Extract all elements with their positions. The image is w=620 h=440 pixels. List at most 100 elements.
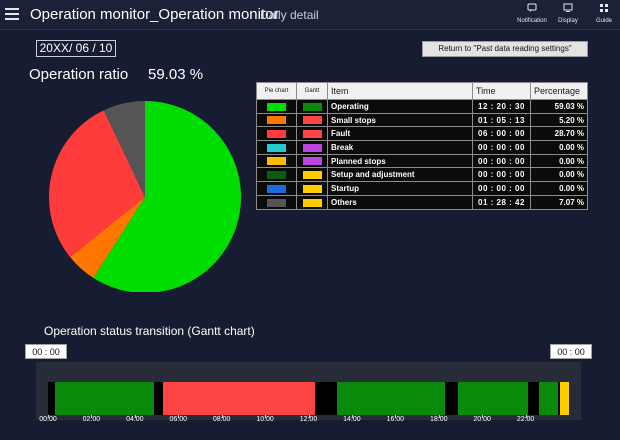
pie-color-swatch	[256, 194, 297, 210]
gantt-segment	[458, 382, 528, 415]
time-cell: 01 : 05 : 13	[472, 112, 531, 128]
pie-swatch-icon	[267, 102, 286, 111]
pie-color-swatch	[256, 167, 297, 183]
table-row: Small stops 01 : 05 : 13 5.20 %	[256, 112, 588, 128]
gantt-swatch-icon	[302, 143, 322, 152]
item-cell: Startup	[327, 181, 473, 196]
gantt-color-swatch	[296, 194, 328, 210]
pie-color-swatch	[256, 99, 297, 114]
item-cell: Operating	[327, 99, 473, 114]
item-cell: Fault	[327, 126, 473, 142]
gantt-column-header: Gantt	[296, 82, 328, 100]
gantt-swatch-icon	[302, 198, 322, 207]
hamburger-menu-icon[interactable]	[5, 8, 19, 20]
gantt-color-swatch	[296, 99, 328, 114]
guide-button[interactable]: Guide	[584, 3, 620, 27]
gantt-tick-label: 04:00	[126, 416, 144, 423]
pie-swatch-icon	[267, 157, 286, 166]
item-cell: Break	[327, 140, 473, 155]
time-cell: 00 : 00 : 00	[472, 140, 531, 155]
notification-icon	[512, 3, 552, 17]
percentage-cell: 0.00 %	[530, 153, 588, 169]
gantt-swatch-icon	[302, 171, 322, 180]
gantt-segment	[54, 382, 155, 415]
table-row: Planned stops 00 : 00 : 00 0.00 %	[256, 153, 588, 169]
pie-chart-column-header: Pie chart	[256, 82, 297, 100]
pie-swatch-icon	[267, 171, 286, 180]
percentage-cell: 0.00 %	[530, 181, 588, 196]
gantt-segment	[315, 382, 337, 415]
gantt-color-swatch	[296, 153, 328, 169]
gantt-swatch-icon	[302, 116, 322, 125]
gantt-tick-label: 14:00	[343, 416, 361, 423]
return-to-past-data-button[interactable]: Return to "Past data reading settings"	[422, 41, 588, 57]
table-row: Startup 00 : 00 : 00 0.00 %	[256, 181, 588, 196]
time-cell: 00 : 00 : 00	[472, 181, 531, 196]
gantt-start-time-input[interactable]: 00 : 00	[25, 344, 67, 359]
percentage-cell: 28.70 %	[530, 126, 588, 142]
gantt-tick-label: 08:00	[212, 416, 231, 423]
guide-icon	[584, 3, 620, 17]
table-row: Setup and adjustment 00 : 00 : 00 0.00 %	[256, 167, 588, 183]
gantt-tick-label: 10:00	[256, 416, 274, 423]
gantt-end-time-input[interactable]: 00 : 00	[550, 344, 592, 359]
pie-swatch-icon	[267, 184, 286, 193]
gantt-color-swatch	[296, 112, 328, 128]
pie-swatch-icon	[267, 130, 286, 139]
gantt-color-swatch	[296, 181, 328, 196]
item-cell: Planned stops	[327, 153, 473, 169]
gantt-segment	[527, 382, 539, 415]
gantt-tick-label: 06:00	[169, 416, 188, 423]
gantt-segment	[163, 382, 315, 415]
item-cell: Others	[327, 194, 473, 210]
gantt-bar	[48, 382, 569, 415]
gantt-tick-label: 00:00	[39, 416, 57, 423]
item-column-header: Item	[327, 82, 473, 100]
app-header: Operation monitor_Operation monitor Dail…	[0, 0, 620, 30]
gantt-tick-label: 12:00	[299, 416, 318, 423]
time-column-header: Time	[472, 82, 531, 100]
display-icon	[548, 3, 588, 17]
pie-swatch-icon	[267, 143, 286, 152]
notification-button[interactable]: Notification	[512, 3, 552, 27]
percentage-cell: 5.20 %	[530, 112, 588, 128]
date-display: 20XX/ 06 / 10	[36, 40, 116, 57]
time-cell: 01 : 28 : 42	[472, 194, 531, 210]
gantt-swatch-icon	[302, 157, 322, 166]
gantt-color-swatch	[296, 167, 328, 183]
percentage-column-header: Percentage	[530, 82, 588, 100]
gantt-chart-title: Operation status transition (Gantt chart…	[44, 324, 255, 338]
percentage-cell: 59.03 %	[530, 99, 588, 114]
display-button[interactable]: Display	[548, 3, 588, 27]
pie-color-swatch	[256, 153, 297, 169]
app-title: Operation monitor_Operation monitor	[30, 6, 279, 23]
pie-color-swatch	[256, 140, 297, 155]
time-cell: 00 : 00 : 00	[472, 153, 531, 169]
guide-label: Guide	[595, 18, 612, 24]
operation-pie-chart	[49, 101, 241, 292]
page-subtitle: Daily detail	[260, 8, 319, 22]
pie-color-swatch	[256, 126, 297, 142]
gantt-segment	[445, 382, 459, 415]
gantt-color-swatch	[296, 140, 328, 155]
pie-color-swatch	[256, 181, 297, 196]
gantt-swatch-icon	[302, 184, 322, 193]
pie-swatch-icon	[267, 116, 286, 125]
item-cell: Small stops	[327, 112, 473, 128]
operation-ratio-label: Operation ratio	[29, 66, 129, 83]
gantt-swatch-icon	[302, 130, 322, 139]
gantt-segment	[560, 382, 569, 415]
percentage-cell: 0.00 %	[530, 140, 588, 155]
table-row: Fault 06 : 00 : 00 28.70 %	[256, 126, 588, 142]
pie-swatch-icon	[267, 198, 286, 207]
pie-color-swatch	[256, 112, 297, 128]
gantt-tick-label: 20:00	[473, 416, 491, 423]
time-cell: 06 : 00 : 00	[472, 126, 531, 142]
gantt-tick-label: 22:00	[516, 416, 535, 423]
percentage-cell: 7.07 %	[530, 194, 588, 210]
table-row: Operating 12 : 20 : 30 59.03 %	[256, 99, 588, 114]
gantt-tick-label: 16:00	[386, 416, 405, 423]
notification-label: Notification	[517, 18, 547, 24]
table-row: Break 00 : 00 : 00 0.00 %	[256, 140, 588, 155]
status-table: Pie chart Gantt Item Time Percentage Ope…	[256, 82, 588, 210]
